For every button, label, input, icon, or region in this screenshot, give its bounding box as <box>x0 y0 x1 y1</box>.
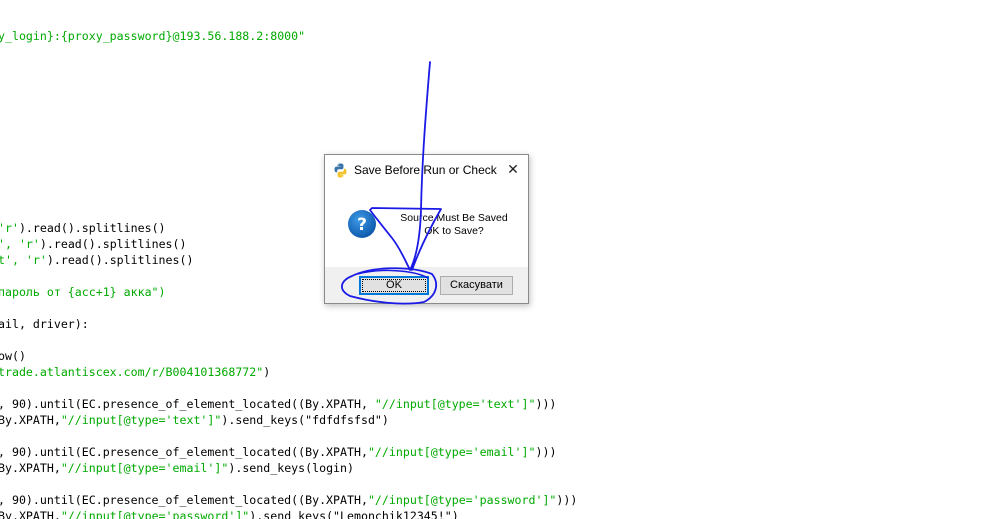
code-string: "//input[@type='email']" <box>60 461 229 475</box>
code-string: 'r' <box>18 237 40 251</box>
code-text: ) <box>263 365 271 379</box>
dialog-titlebar[interactable]: Save Before Run or Check ✕ <box>325 155 528 185</box>
focus-rectangle <box>362 279 426 292</box>
code-line: By.XPATH,"//input[@type='password']").se… <box>0 508 459 519</box>
code-text: , 90).until(EC.presence_of_element_locat… <box>0 397 375 411</box>
code-text: ))) <box>556 493 578 507</box>
message-line: Source Must Be Saved <box>400 212 508 224</box>
code-line: y_login}:{proxy_password}@193.56.188.2:8… <box>0 28 305 44</box>
code-string: 'r' <box>0 221 19 235</box>
code-text: ).send_keys("Lemonchik12345!") <box>249 509 459 519</box>
code-text: ))) <box>535 445 557 459</box>
code-line: , 90).until(EC.presence_of_element_locat… <box>0 492 577 508</box>
code-string: "//input[@type='password']" <box>367 493 557 507</box>
ok-button[interactable]: OK <box>359 276 429 295</box>
code-string: "//input[@type='text']" <box>374 397 536 411</box>
code-text: ail, driver): <box>0 317 89 331</box>
dialog-title: Save Before Run or Check <box>354 163 497 177</box>
code-line: ow() <box>0 348 26 364</box>
code-string: trade.atlantiscex.com/r/B004101368772" <box>0 365 264 379</box>
code-line: trade.atlantiscex.com/r/B004101368772") <box>0 364 270 380</box>
code-line: t', 'r').read().splitlines() <box>0 252 193 268</box>
code-line: 'r').read().splitlines() <box>0 220 166 236</box>
save-before-run-dialog: Save Before Run or Check ✕ ? Source Must… <box>324 154 529 304</box>
code-line: ail, driver): <box>0 316 89 332</box>
code-text: ).send_keys("fdfdfsfsd") <box>221 413 389 427</box>
question-icon: ? <box>347 209 377 239</box>
code-string: "//input[@type='email']" <box>367 445 536 459</box>
code-line: ', 'r').read().splitlines() <box>0 236 187 252</box>
cancel-button-label: Скасувати <box>450 279 503 291</box>
code-string: "//input[@type='password']" <box>60 509 250 519</box>
code-text: ).send_keys(login) <box>228 461 354 475</box>
code-text: ow() <box>0 349 26 363</box>
dialog-message: Source Must Be Saved OK to Save? <box>385 212 523 238</box>
code-text: By.XPATH, <box>0 461 61 475</box>
code-text: ).read().splitlines() <box>18 221 166 235</box>
code-line: пароль от {acc+1} акка") <box>0 284 166 300</box>
code-line: , 90).until(EC.presence_of_element_locat… <box>0 396 556 412</box>
code-string: 'r' <box>25 253 47 267</box>
code-string: t', <box>0 253 26 267</box>
code-text: ))) <box>535 397 557 411</box>
code-line: , 90).until(EC.presence_of_element_locat… <box>0 444 556 460</box>
cancel-button[interactable]: Скасувати <box>440 276 513 295</box>
code-text: By.XPATH, <box>0 413 61 427</box>
message-line: OK to Save? <box>424 225 484 237</box>
dialog-content: ? Source Must Be Saved OK to Save? <box>325 185 528 267</box>
code-line: By.XPATH,"//input[@type='email']").send_… <box>0 460 354 476</box>
code-text: , 90).until(EC.presence_of_element_locat… <box>0 445 368 459</box>
code-string: y_login}:{proxy_password}@193.56.188.2:8… <box>0 29 306 43</box>
code-text: By.XPATH, <box>0 509 61 519</box>
code-string: пароль от {acc+1} акка") <box>0 285 166 299</box>
code-string: "//input[@type='text']" <box>60 413 222 427</box>
code-text: ).read().splitlines() <box>39 237 187 251</box>
close-button[interactable]: ✕ <box>504 161 522 179</box>
code-line: By.XPATH,"//input[@type='text']").send_k… <box>0 412 389 428</box>
code-text: ).read().splitlines() <box>46 253 194 267</box>
svg-text:?: ? <box>357 215 367 235</box>
code-string: ', <box>0 237 19 251</box>
code-text: , 90).until(EC.presence_of_element_locat… <box>0 493 368 507</box>
python-icon <box>333 163 348 178</box>
